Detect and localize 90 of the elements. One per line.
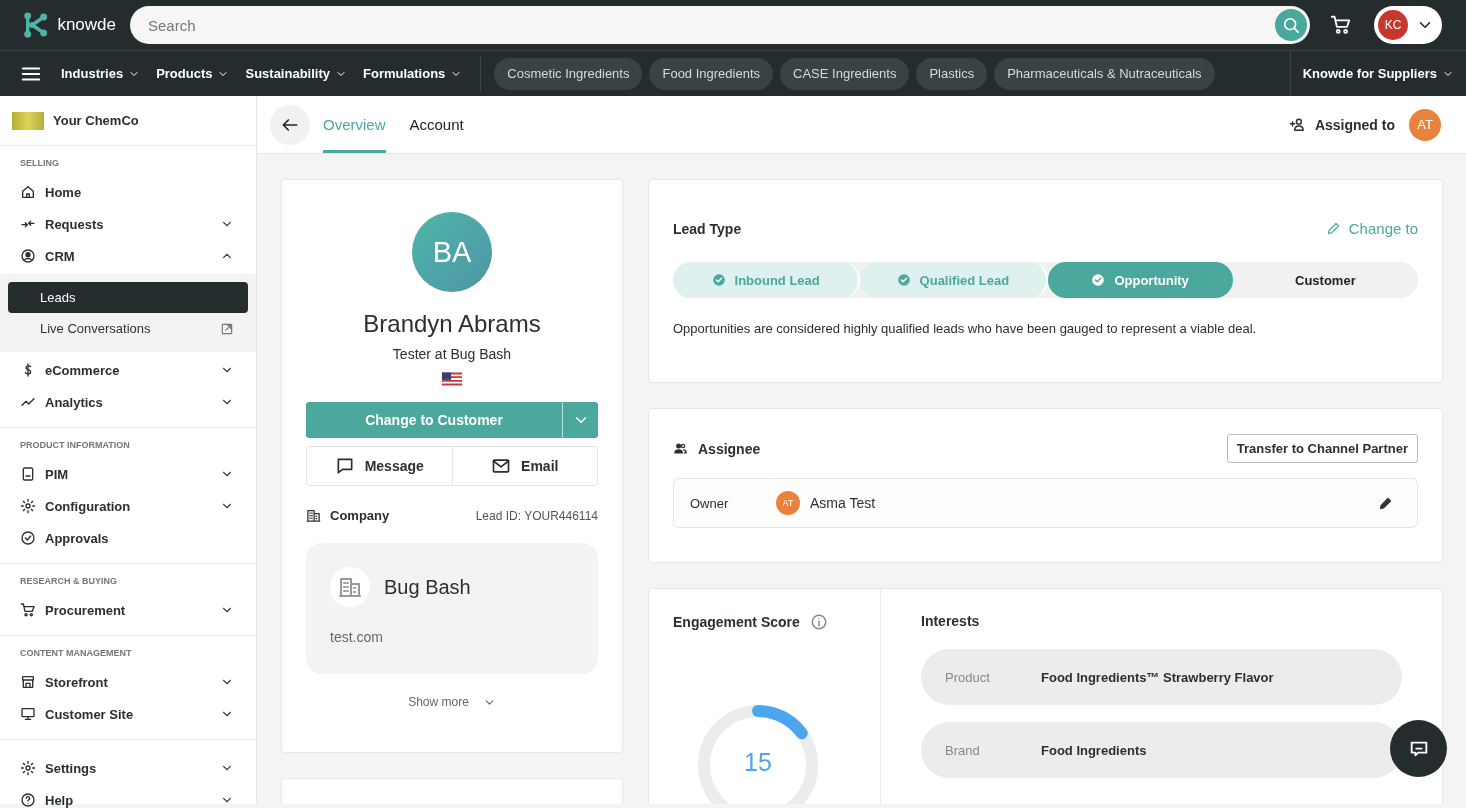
contact-avatar: BA — [412, 212, 492, 292]
lead-id: Lead ID: YOUR446114 — [475, 508, 598, 523]
card-title: Interests — [921, 613, 981, 629]
owner-label: Owner — [690, 495, 730, 511]
interest-value: Food Ingredients™ Strawberry Flavor — [1041, 669, 1274, 685]
sidebar-item[interactable]: Customer Site — [0, 698, 256, 730]
gear-icon — [20, 498, 36, 514]
cart-button[interactable] — [1330, 14, 1352, 36]
company-logo — [12, 111, 44, 130]
monitor-icon — [20, 706, 36, 722]
check-circle-icon — [896, 273, 911, 287]
category-chip[interactable]: Food Ingredients — [649, 57, 774, 90]
nav-menu[interactable]: Sustainability — [245, 66, 347, 81]
storefront-icon — [20, 674, 36, 690]
sidebar-item[interactable]: Settings — [0, 752, 256, 784]
card-title: Lead Type — [673, 220, 742, 237]
interest-value: Food Ingredients — [1041, 742, 1147, 758]
nav-menu[interactable]: Industries — [61, 66, 141, 81]
logo-text: knowde — [57, 15, 116, 35]
sidebar-item[interactable]: eCommerce — [0, 354, 256, 386]
transfer-button[interactable]: Transfer to Channel Partner — [1226, 434, 1418, 463]
contact-action-button[interactable]: Email — [451, 447, 597, 485]
cart-icon — [20, 602, 36, 618]
nav-menu[interactable]: Products — [156, 66, 230, 81]
search-icon — [1281, 15, 1301, 35]
check-circle-icon — [711, 273, 726, 287]
gear-icon — [20, 760, 36, 776]
building-icon — [330, 567, 370, 607]
check-circle-icon — [1091, 273, 1106, 287]
assigned-to-button[interactable]: Assigned to — [1288, 96, 1395, 153]
owner-avatar: AT — [776, 491, 800, 515]
sidebar-item[interactable]: Storefront — [0, 666, 256, 698]
search-field[interactable]: Search — [130, 6, 1310, 44]
logo-icon — [22, 11, 50, 39]
home-icon — [20, 184, 36, 200]
sidebar-subitem[interactable]: Leads — [8, 282, 248, 313]
sidebar-subitem[interactable]: Live Conversations — [8, 313, 248, 344]
contact-action-button[interactable]: Message — [307, 447, 452, 485]
back-button[interactable] — [270, 104, 310, 145]
section-heading: PRODUCT INFORMATION — [19, 440, 131, 452]
interest-label: Brand — [945, 742, 981, 758]
user-avatar: KC — [1378, 10, 1408, 40]
score-value: 15 — [743, 748, 773, 777]
card-title: Assignee — [698, 440, 761, 457]
contact-name: Brandyn Abrams — [363, 310, 541, 338]
section-heading: CONTENT MANAGEMENT — [19, 648, 133, 660]
building-icon — [306, 508, 321, 523]
sidebar-item[interactable]: CRM — [0, 240, 256, 272]
mail-icon — [491, 456, 512, 476]
company-name: Bug Bash — [384, 575, 471, 599]
section-label: Company — [330, 508, 390, 523]
sidebar-item[interactable]: Help — [0, 784, 256, 808]
category-chip[interactable]: Cosmetic Ingredients — [494, 57, 643, 90]
sidebar-item[interactable]: PIM — [0, 458, 256, 490]
lead-stage-step[interactable]: Customer — [1232, 262, 1418, 298]
edit-button[interactable] — [1378, 495, 1393, 511]
category-chip[interactable]: Pharmaceuticals & Nutraceuticals — [994, 57, 1215, 90]
category-chip[interactable]: Plastics — [916, 57, 988, 90]
sidebar-item[interactable]: Approvals — [0, 522, 256, 554]
interest-label: Product — [945, 669, 991, 685]
tab[interactable]: Account — [409, 96, 464, 153]
owner-name: Asma Test — [810, 495, 876, 511]
assignee-avatar: AT — [1409, 108, 1441, 141]
nav-menu[interactable]: Formulations — [363, 66, 463, 81]
company-website: test.com — [330, 629, 384, 645]
sidebar-item[interactable]: Procurement — [0, 594, 256, 626]
user-circle-icon — [20, 248, 36, 264]
pencil-icon — [1325, 221, 1341, 236]
organization-name: Your ChemCo — [53, 113, 139, 128]
sidebar-item[interactable]: Configuration — [0, 490, 256, 522]
info-icon — [809, 613, 828, 631]
company-card[interactable]: Bug Bash test.com — [306, 543, 598, 674]
show-more-button[interactable]: Show more — [408, 695, 496, 709]
people-icon — [673, 441, 688, 456]
category-chip[interactable]: CASE Ingredients — [780, 57, 910, 90]
sidebar-item[interactable]: Home — [0, 176, 256, 208]
add-user-icon — [1288, 116, 1306, 133]
document-icon — [20, 466, 36, 482]
section-heading: SELLING — [19, 158, 60, 170]
cart-icon — [1330, 14, 1352, 36]
sidebar-item[interactable]: Analytics — [0, 386, 256, 418]
check-circle-icon — [20, 530, 36, 546]
contact-title: Tester at Bug Bash — [392, 346, 512, 362]
lead-type-description: Opportunities are considered highly qualified leads who have been gauged to represent a viable deal. — [673, 321, 1258, 336]
card-title: Engagement Score — [673, 614, 800, 630]
pencil-icon — [1378, 495, 1393, 511]
section-heading: RESEARCH & BUYING — [19, 576, 118, 588]
user-menu-button[interactable]: KC — [1374, 6, 1442, 44]
help-icon — [20, 792, 36, 808]
sidebar-item[interactable]: Requests — [0, 208, 256, 240]
